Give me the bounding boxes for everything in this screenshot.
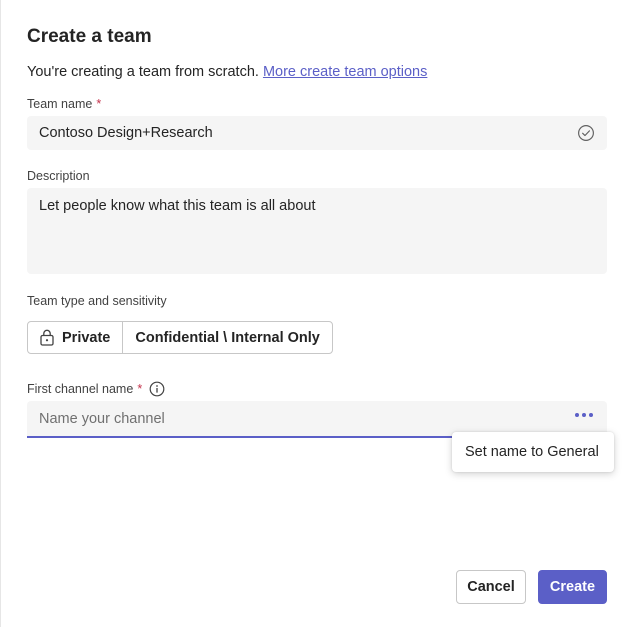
cancel-button[interactable]: Cancel [456, 570, 526, 604]
check-circle-icon [578, 125, 594, 141]
channel-name-label-text: First channel name [27, 382, 134, 396]
create-button[interactable]: Create [538, 570, 607, 604]
dialog-title: Create a team [27, 26, 152, 47]
privacy-segment[interactable]: Private [28, 322, 122, 353]
popup-item-label: Set name to General [465, 444, 599, 460]
sensitivity-value: Confidential \ Internal Only [135, 329, 320, 346]
create-team-dialog: Create a team You're creating a team fro… [0, 0, 627, 627]
required-mark: * [96, 97, 102, 111]
subtitle-text: You're creating a team from scratch. [27, 64, 263, 80]
team-name-input[interactable]: Contoso Design+Research [27, 116, 607, 150]
description-placeholder: Let people know what this team is all ab… [39, 198, 316, 214]
required-mark: * [137, 382, 143, 396]
description-label: Description [27, 169, 90, 183]
more-horizontal-icon[interactable] [575, 413, 593, 417]
privacy-value: Private [62, 329, 111, 346]
set-name-general-menu-item[interactable]: Set name to General [452, 432, 614, 472]
channel-name-placeholder: Name your channel [39, 410, 165, 427]
more-options-link[interactable]: More create team options [263, 64, 427, 80]
info-icon[interactable] [149, 381, 165, 397]
team-type-label: Team type and sensitivity [27, 294, 167, 308]
sensitivity-segment[interactable]: Confidential \ Internal Only [122, 322, 332, 353]
team-name-label: Team name * [27, 97, 101, 111]
team-name-label-text: Team name [27, 97, 93, 111]
description-input[interactable]: Let people know what this team is all ab… [27, 188, 607, 274]
dialog-subtitle: You're creating a team from scratch. Mor… [27, 64, 427, 80]
lock-icon [40, 329, 54, 346]
team-name-value: Contoso Design+Research [39, 125, 213, 141]
team-type-selector[interactable]: Private Confidential \ Internal Only [27, 321, 333, 354]
channel-name-label: First channel name * [27, 381, 165, 397]
